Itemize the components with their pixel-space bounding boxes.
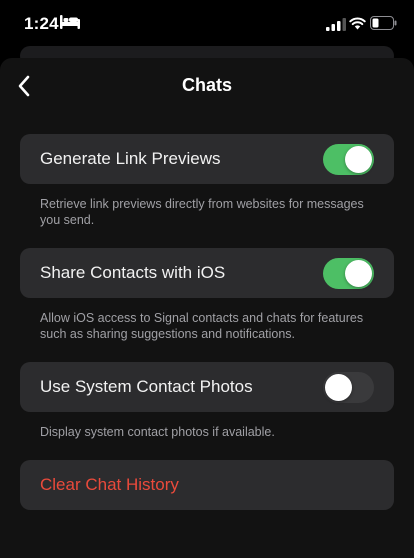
toggle-knob <box>345 146 372 173</box>
setting-label: Share Contacts with iOS <box>40 263 226 282</box>
clear-chat-history-button[interactable]: Clear Chat History <box>20 460 394 510</box>
setting-footer: Retrieve link previews directly from web… <box>40 197 364 227</box>
page-title: Chats <box>181 75 232 95</box>
toggle-knob <box>345 260 372 287</box>
share-contacts-toggle[interactable] <box>323 258 374 289</box>
navigation-bar: Chats <box>0 58 414 114</box>
bed-icon <box>60 15 80 29</box>
generate-link-previews-toggle[interactable] <box>323 144 374 175</box>
setting-label: Use System Contact Photos <box>40 377 253 396</box>
battery-icon <box>370 16 397 30</box>
status-bar: 1:24 <box>0 0 414 48</box>
setting-footer: Allow iOS access to Signal contacts and … <box>40 311 364 341</box>
setting-use-system-contact-photos: Use System Contact Photos <box>20 362 394 412</box>
cellular-signal-icon <box>326 18 346 31</box>
system-contact-photos-toggle[interactable] <box>323 372 374 403</box>
status-time: 1:24 <box>24 14 59 33</box>
setting-label: Generate Link Previews <box>40 149 221 168</box>
wifi-icon <box>349 17 366 30</box>
chats-settings-sheet: Chats Generate Link Previews Retrieve li… <box>0 58 414 558</box>
setting-footer: Display system contact photos if availab… <box>40 425 275 439</box>
setting-share-contacts-with-ios: Share Contacts with iOS <box>20 248 394 298</box>
toggle-knob <box>325 374 352 401</box>
clear-chat-history-label: Clear Chat History <box>40 475 179 494</box>
setting-generate-link-previews: Generate Link Previews <box>20 134 394 184</box>
